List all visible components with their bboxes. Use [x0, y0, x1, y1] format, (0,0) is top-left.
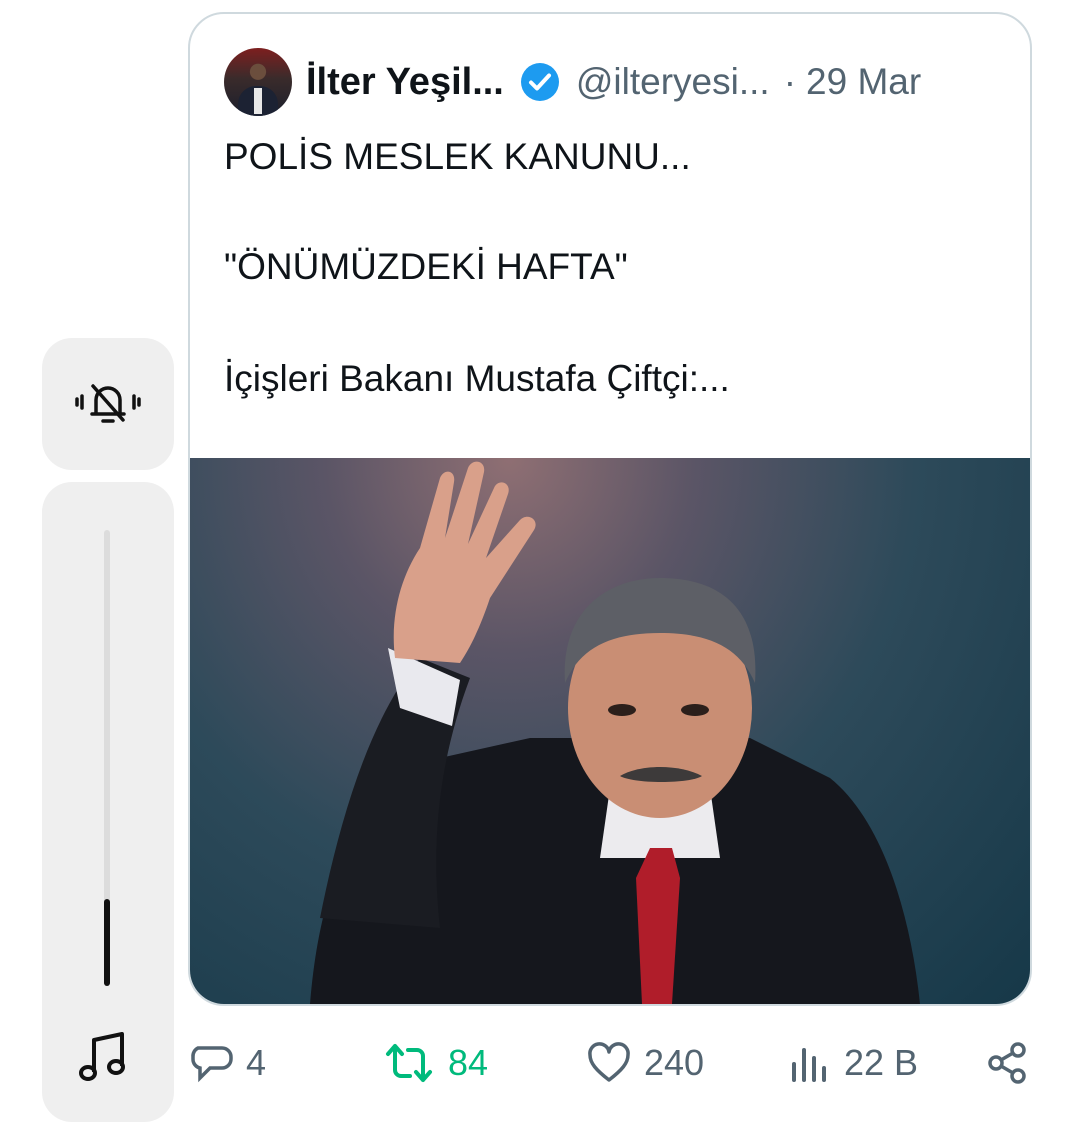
retweet-button[interactable]: 84 — [382, 1040, 488, 1086]
views-count: 22 B — [844, 1042, 919, 1083]
like-button[interactable]: 240 — [586, 1040, 704, 1086]
share-icon — [984, 1040, 1030, 1086]
bell-off-icon — [73, 374, 143, 435]
heart-icon — [586, 1040, 632, 1086]
tweet-photo[interactable] — [190, 458, 1030, 1004]
author-name[interactable]: İlter Yeşil... — [306, 61, 504, 104]
reply-button[interactable]: 4 — [188, 1040, 266, 1086]
views-button[interactable]: 22 B — [786, 1040, 918, 1086]
music-note-icon[interactable] — [76, 1030, 132, 1089]
tweet-text-line: İçişleri Bakanı Mustafa Çiftçi:... — [224, 358, 730, 399]
tweet-header: İlter Yeşil... @ilteryesi... · 29 Mar — [306, 58, 921, 106]
analytics-bars-icon — [786, 1040, 832, 1086]
tweet-text-line: POLİS MESLEK KANUNU... — [224, 136, 691, 177]
reply-count: 4 — [246, 1042, 267, 1083]
verified-badge-icon — [518, 60, 562, 104]
tweet-action-bar: 4 84 240 22 B — [188, 1040, 1080, 1100]
retweet-count: 84 — [448, 1042, 489, 1083]
tweet-text-line: "ÖNÜMÜZDEKİ HAFTA" — [224, 246, 628, 287]
ringer-mode-button[interactable] — [42, 338, 174, 470]
like-count: 240 — [644, 1042, 705, 1083]
tweet-date[interactable]: 29 Mar — [806, 61, 921, 103]
quoted-tweet-card[interactable]: İlter Yeşil... @ilteryesi... · 29 Mar PO… — [188, 12, 1032, 1006]
volume-level-fill — [104, 899, 110, 986]
separator-dot: · — [783, 61, 797, 102]
author-handle[interactable]: @ilteryesi... — [576, 61, 770, 103]
share-button[interactable] — [984, 1040, 1030, 1086]
retweet-icon — [382, 1040, 436, 1086]
avatar[interactable] — [224, 48, 292, 116]
reply-icon — [188, 1040, 234, 1086]
